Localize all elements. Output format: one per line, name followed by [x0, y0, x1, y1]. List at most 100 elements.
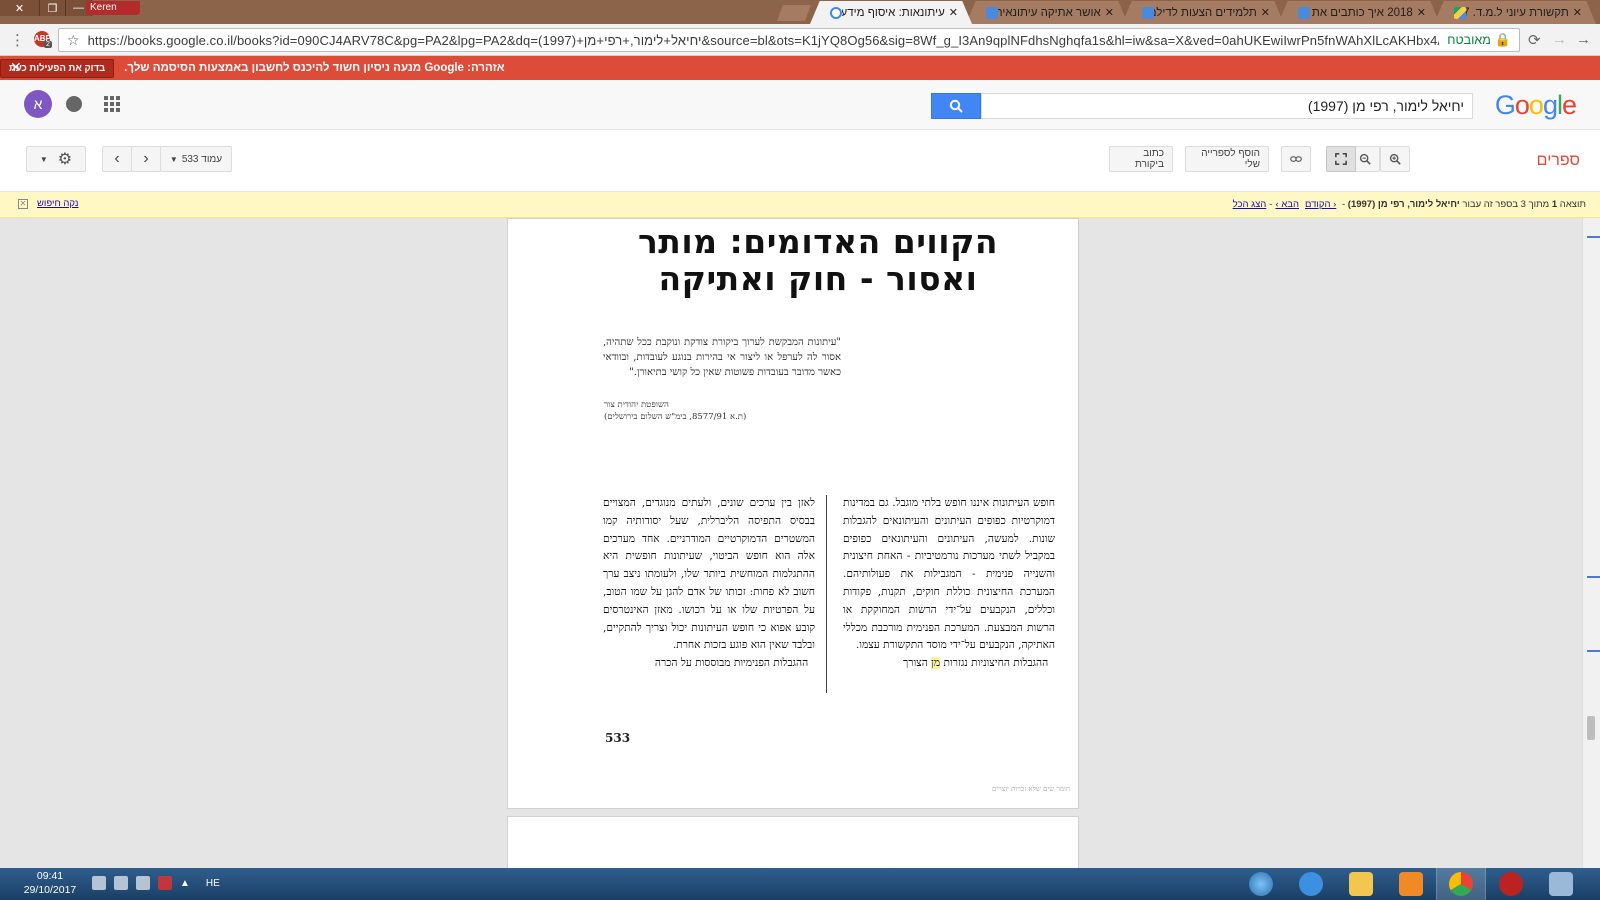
next-page-button[interactable]: ›	[102, 146, 132, 172]
page-selector-dropdown[interactable]: עמוד 533 ▼	[160, 146, 232, 172]
column-text: הצורך	[903, 657, 932, 670]
clock-time: 09:41	[36, 870, 64, 882]
search-icon	[949, 99, 963, 113]
tab-title: תקשורת עיוני ל.מ.ד. 17	[1466, 6, 1569, 19]
forward-icon[interactable]: →	[1552, 31, 1567, 48]
tab[interactable]: אושר אתיקה עיתונאית ✕	[966, 1, 1128, 24]
system-clock[interactable]: 09:41 29/10/2017	[18, 869, 82, 897]
page-heading: הקווים האדומים: מותר ואסור - חוק ואתיקה	[637, 222, 999, 298]
scrollbar-thumb[interactable]	[1587, 716, 1595, 740]
viewer-scrollbar[interactable]	[1582, 218, 1600, 868]
back-icon[interactable]: →	[1576, 31, 1591, 48]
window-close-button[interactable]: ✕	[0, 0, 40, 16]
add-to-library-button[interactable]: הוסף לספרייה שלי	[1185, 146, 1269, 172]
windows-taskbar: 09:41 29/10/2017 ▲ HE	[0, 868, 1600, 900]
clock-date: 29/10/2017	[23, 884, 77, 896]
tab[interactable]: 2018 איך כותבים את הע ✕	[1278, 1, 1440, 24]
taskbar-app[interactable]	[1336, 868, 1386, 900]
tab-active[interactable]: עיתונאות: איסוף מידע, כ ✕	[810, 1, 972, 24]
internet-explorer-icon	[1299, 872, 1323, 896]
action-center-icon[interactable]	[136, 876, 150, 890]
windows-start-icon	[1249, 872, 1273, 896]
taskbar-app-active[interactable]	[1436, 868, 1486, 900]
apps-grid-icon[interactable]	[104, 96, 120, 112]
language-indicator[interactable]: HE	[206, 878, 220, 889]
media-player-icon	[1399, 872, 1423, 896]
volume-icon[interactable]	[92, 876, 106, 890]
address-bar[interactable]: ☆ https://books.google.co.il/books?id=09…	[58, 28, 1520, 52]
file-explorer-icon	[1349, 872, 1373, 896]
taskbar-app[interactable]	[1386, 868, 1436, 900]
show-all-link[interactable]: הצג הכל	[1233, 199, 1267, 210]
fullscreen-button[interactable]	[1326, 146, 1356, 172]
copyright-footer: חומר שים שלא זכויות יוצרים	[991, 785, 1070, 793]
network-icon[interactable]	[114, 876, 128, 890]
search-input[interactable]: יחיאל לימור, רפי מן (1997)	[981, 93, 1473, 119]
avatar[interactable]: א	[24, 90, 52, 118]
link-button[interactable]	[1281, 146, 1311, 172]
secure-label[interactable]: מאובטח	[1447, 33, 1491, 47]
taskbar-app[interactable]	[1536, 868, 1586, 900]
book-viewer[interactable]: הקווים האדומים: מותר ואסור - חוק ואתיקה …	[0, 218, 1600, 868]
search-result-bar: תוצאה 1 מתוך 3 בספר זה עבור יחיאל לימור,…	[0, 192, 1600, 218]
google-docs-icon	[986, 6, 998, 19]
warning-close-icon[interactable]: ✕	[10, 59, 22, 76]
window-restore-button[interactable]: ❐	[40, 0, 66, 16]
url-text[interactable]: https://books.google.co.il/books?id=090C…	[88, 33, 1440, 48]
show-hidden-icons-icon[interactable]: ▲	[180, 878, 190, 889]
settings-button[interactable]: ⚙ ▼	[26, 146, 86, 172]
book-page: הקווים האדומים: מותר ואסור - חוק ואתיקה …	[507, 218, 1079, 809]
close-icon[interactable]: ✕	[18, 198, 28, 209]
tab-close-icon[interactable]: ✕	[1257, 6, 1270, 19]
prev-result-link[interactable]: ‹ הקודם	[1305, 199, 1336, 210]
zoom-in-button[interactable]	[1380, 146, 1410, 172]
chrome-icon	[1449, 872, 1473, 896]
zoom-out-icon	[1359, 153, 1371, 165]
tab-close-icon[interactable]: ✕	[945, 6, 958, 19]
system-tray: ▲ HE	[92, 876, 220, 890]
antivirus-icon	[1499, 872, 1523, 896]
gear-icon: ⚙	[57, 151, 73, 168]
credit-author: השופטת יהודית צור	[604, 400, 669, 410]
reload-icon[interactable]: ⟳	[1528, 31, 1541, 49]
tab-close-icon[interactable]: ✕	[1101, 6, 1114, 19]
tab-close-icon[interactable]: ✕	[1413, 6, 1426, 19]
google-logo[interactable]: Google	[1495, 90, 1577, 121]
lock-icon[interactable]: 🔒	[1495, 32, 1511, 48]
write-review-button[interactable]: כתוב ביקורת	[1109, 146, 1173, 172]
profile-badge[interactable]: Keren	[86, 1, 140, 15]
tab[interactable]: תלמידים הצעות לדילמו ✕	[1122, 1, 1284, 24]
clear-search: נקה חיפוש ✕	[18, 198, 82, 209]
bookmark-star-icon[interactable]: ☆	[67, 32, 80, 49]
new-tab-button[interactable]	[777, 5, 811, 21]
taskbar-app[interactable]	[1286, 868, 1336, 900]
prev-page-button[interactable]: ‹	[131, 146, 161, 172]
google-docs-icon	[1298, 6, 1310, 19]
google-icon	[830, 6, 842, 19]
taskbar-app[interactable]	[1236, 868, 1286, 900]
taskbar-app[interactable]	[1486, 868, 1536, 900]
security-tray-icon[interactable]	[158, 876, 172, 890]
result-in-book: בספר זה עבור	[1462, 199, 1518, 210]
fullscreen-icon	[1335, 153, 1347, 165]
result-marker[interactable]	[1587, 576, 1600, 578]
adblock-count-badge: 2	[44, 41, 52, 48]
search-button[interactable]	[931, 93, 981, 119]
result-total: 3	[1520, 199, 1526, 210]
result-marker[interactable]	[1587, 650, 1600, 652]
books-title[interactable]: ספרים	[1537, 152, 1580, 170]
taskbar-apps	[1236, 868, 1586, 900]
clear-search-link[interactable]: נקה חיפוש	[37, 198, 79, 209]
next-result-link[interactable]: הבא ›	[1276, 199, 1299, 210]
chevron-down-icon: ▼	[169, 154, 178, 164]
google-drive-icon	[1454, 6, 1466, 19]
window-controls: ✕ ❐ —	[0, 0, 92, 16]
tab-close-icon[interactable]: ✕	[1569, 6, 1582, 19]
google-docs-icon	[1142, 6, 1154, 19]
page-number: 533	[605, 731, 631, 745]
result-marker[interactable]	[1587, 236, 1600, 238]
tab[interactable]: תקשורת עיוני ל.מ.ד. 17 ✕	[1434, 1, 1596, 24]
notifications-bell-icon[interactable]	[66, 96, 82, 112]
page-selector-label: עמוד 533	[181, 153, 223, 165]
menu-dots-icon[interactable]: ⋮	[10, 31, 25, 49]
